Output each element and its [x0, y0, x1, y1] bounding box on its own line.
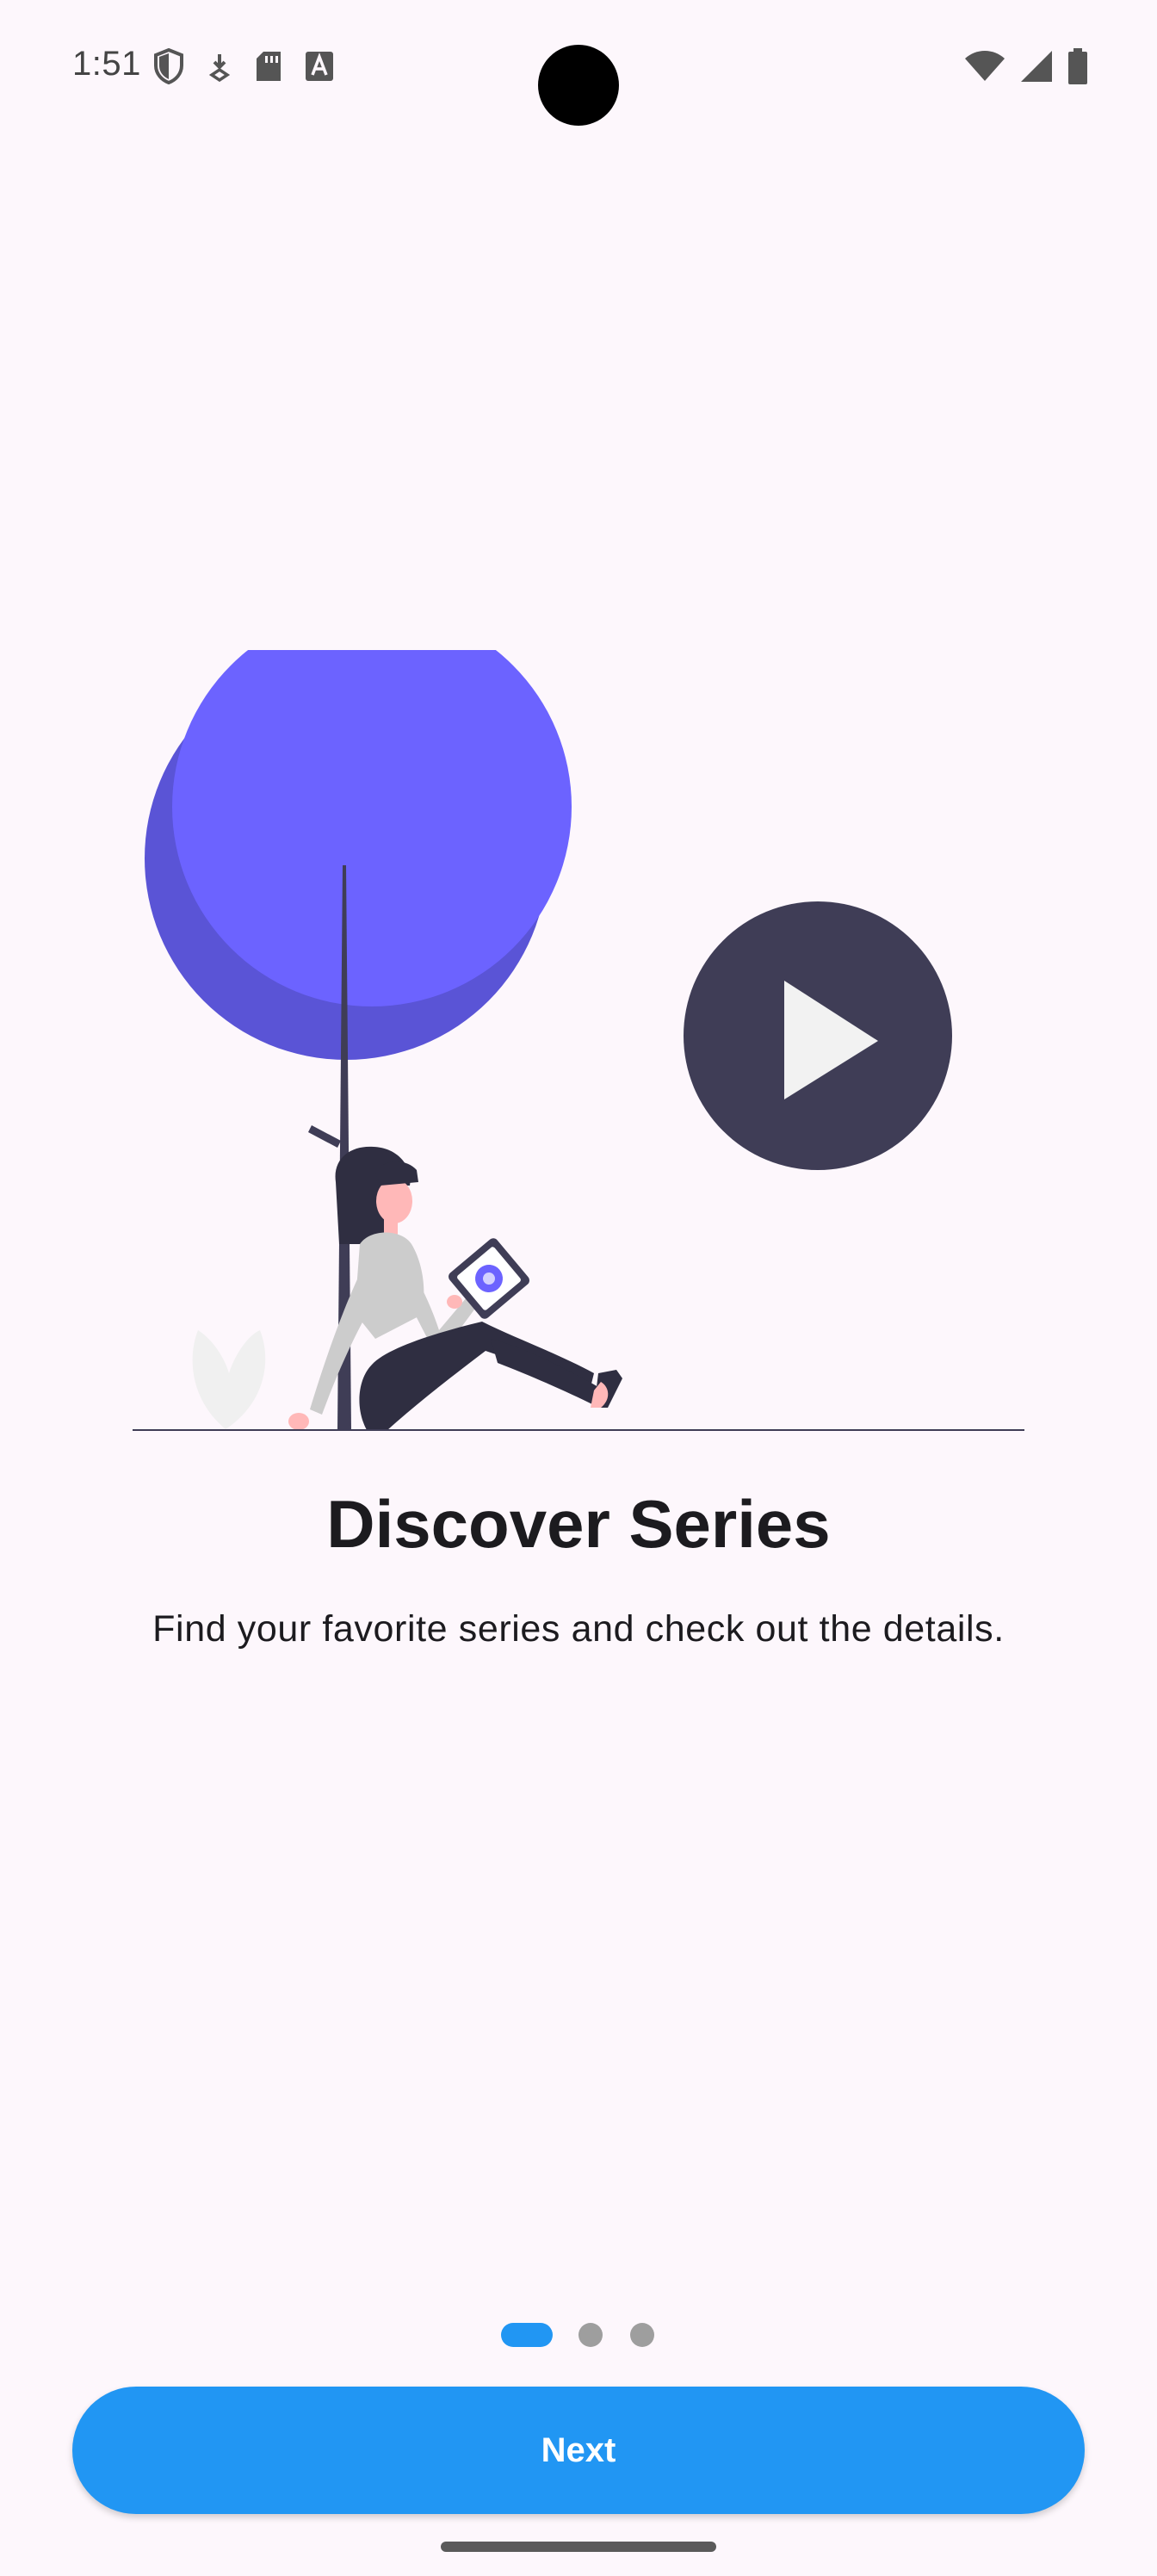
- camera-cutout: [538, 45, 619, 126]
- status-notification-icons: [153, 47, 334, 89]
- status-bar: 1:51: [0, 0, 1157, 138]
- status-system-icons: [964, 48, 1088, 89]
- font-a-icon: [305, 51, 334, 86]
- home-indicator[interactable]: [441, 2542, 716, 2552]
- sd-card-icon: [255, 50, 282, 87]
- shield-icon: [153, 47, 184, 89]
- battery-icon: [1067, 48, 1088, 89]
- cellular-signal-icon: [1019, 49, 1054, 88]
- page-dot-1[interactable]: [501, 2323, 553, 2347]
- page-dot-3[interactable]: [630, 2323, 654, 2347]
- page-indicator: [0, 2321, 1157, 2349]
- status-time: 1:51: [72, 45, 141, 83]
- play-button-illustration: [684, 901, 952, 1170]
- plant-illustration: [192, 1330, 266, 1429]
- page-dot-2[interactable]: [578, 2323, 603, 2347]
- next-button[interactable]: Next: [72, 2387, 1085, 2514]
- page-subtitle: Find your favorite series and check out …: [152, 1608, 1005, 1650]
- wifi-icon: [964, 50, 1005, 87]
- page-title: Discover Series: [326, 1486, 831, 1562]
- onboarding-illustration: [133, 650, 1024, 1431]
- download-icon: [207, 51, 232, 86]
